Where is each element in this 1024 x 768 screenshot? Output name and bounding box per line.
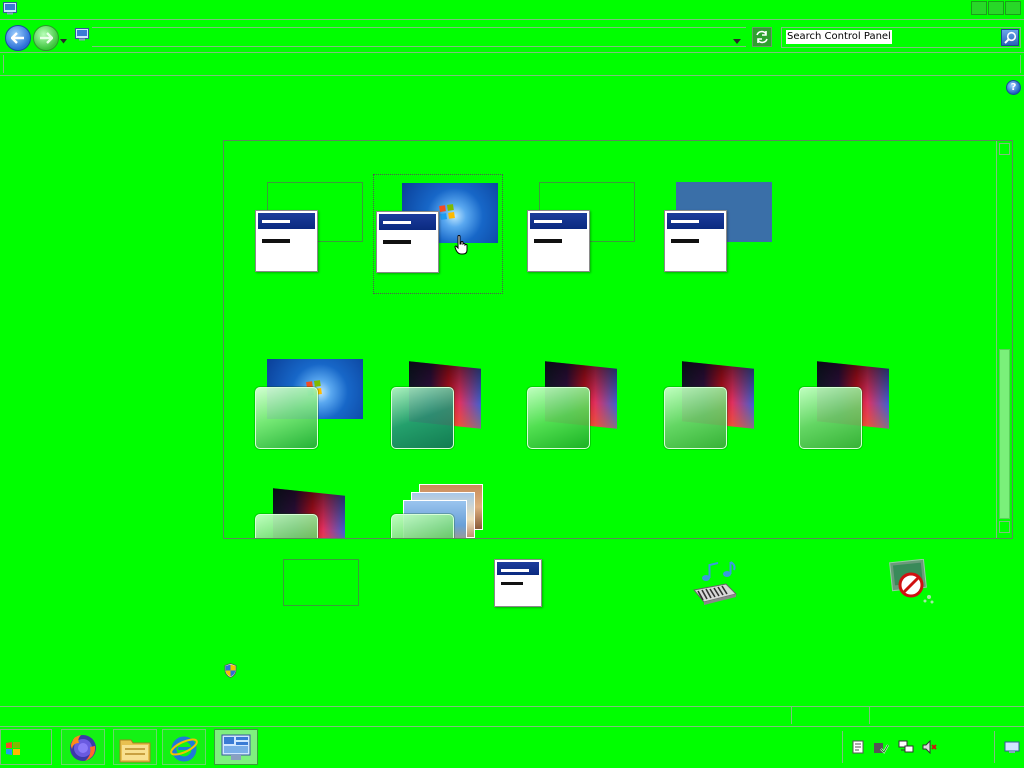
- maximize-button[interactable]: [988, 1, 1004, 15]
- theme-item[interactable]: [648, 351, 778, 471]
- taskbar-firefox[interactable]: [61, 729, 105, 765]
- close-button[interactable]: [1005, 1, 1021, 15]
- theme-window-preview: [664, 387, 727, 449]
- chevron-down-icon[interactable]: [60, 34, 67, 47]
- search-input[interactable]: Search Control Panel: [786, 30, 892, 44]
- theme-window-preview: [527, 210, 590, 272]
- windows-logo-icon: [439, 204, 455, 220]
- address-dropdown-icon[interactable]: [733, 34, 741, 47]
- search-icon: [1004, 31, 1017, 47]
- theme-window-preview: [255, 514, 318, 538]
- network-icon[interactable]: [898, 740, 914, 754]
- theme-item[interactable]: [375, 351, 505, 471]
- search-button[interactable]: [1001, 29, 1019, 46]
- refresh-icon: [755, 30, 769, 47]
- divider: [0, 75, 1024, 76]
- help-icon: ?: [1010, 82, 1017, 93]
- uac-shield-icon: [224, 663, 237, 681]
- theme-window-preview: [255, 210, 318, 272]
- control-panel-icon: [75, 28, 89, 44]
- theme-item[interactable]: [375, 478, 505, 538]
- screen-saver-link[interactable]: [889, 558, 937, 610]
- status-bar: [0, 707, 1024, 724]
- theme-item[interactable]: [648, 174, 778, 294]
- screen-saver-icon: [889, 558, 937, 610]
- taskbar-control-panel[interactable]: [214, 729, 258, 765]
- internet-explorer-icon: [169, 734, 199, 765]
- theme-gallery[interactable]: [223, 140, 1013, 539]
- taskbar: [0, 726, 1024, 768]
- back-button[interactable]: [5, 25, 31, 51]
- file-explorer-icon: [119, 735, 151, 766]
- theme-item[interactable]: [511, 351, 641, 471]
- control-panel-icon: [3, 2, 17, 15]
- control-panel-icon: [221, 734, 251, 765]
- firefox-icon: [68, 733, 98, 766]
- taskbar-internet-explorer[interactable]: [162, 729, 206, 765]
- start-button[interactable]: [0, 729, 52, 765]
- taskbar-file-explorer[interactable]: [113, 729, 157, 765]
- scroll-up-button[interactable]: [999, 143, 1010, 155]
- scroll-down-button[interactable]: [999, 521, 1010, 533]
- divider: [0, 19, 1024, 20]
- toolbar: [3, 55, 1021, 73]
- theme-window-preview: [527, 387, 590, 449]
- security-icon[interactable]: [873, 740, 889, 754]
- search-box[interactable]: Search Control Panel: [781, 27, 1021, 48]
- back-arrow-icon: [10, 29, 25, 48]
- windows-start-icon: [6, 741, 20, 758]
- sounds-link[interactable]: [690, 560, 740, 609]
- theme-item[interactable]: [239, 351, 369, 471]
- forward-arrow-icon: [39, 29, 54, 48]
- theme-window-preview: [391, 387, 454, 449]
- forward-button[interactable]: [33, 25, 59, 51]
- address-bar[interactable]: [92, 27, 746, 47]
- theme-window-preview: [391, 514, 454, 538]
- window-color-icon: [494, 559, 542, 607]
- theme-window-preview: [255, 387, 318, 449]
- gallery-scrollbar[interactable]: [996, 141, 1012, 538]
- desktop-background-link[interactable]: [283, 559, 359, 606]
- theme-item[interactable]: [511, 174, 641, 294]
- help-button[interactable]: ?: [1006, 80, 1021, 95]
- theme-item[interactable]: [239, 174, 369, 294]
- volume-muted-icon[interactable]: [922, 739, 937, 755]
- hand-cursor-icon: [454, 235, 468, 258]
- sounds-icon: [690, 561, 740, 609]
- theme-window-preview: [799, 387, 862, 449]
- theme-item[interactable]: [783, 351, 913, 471]
- refresh-button[interactable]: [752, 27, 772, 47]
- notification-icon[interactable]: [851, 740, 865, 754]
- scroll-thumb[interactable]: [999, 349, 1010, 519]
- show-desktop-icon[interactable]: [1004, 740, 1020, 754]
- theme-window-preview: [376, 211, 439, 273]
- title-bar: [0, 0, 1024, 18]
- theme-item[interactable]: [239, 478, 369, 538]
- minimize-button[interactable]: [971, 1, 987, 15]
- theme-window-preview: [664, 210, 727, 272]
- theme-item-selected[interactable]: [373, 174, 503, 294]
- divider: [0, 52, 1024, 53]
